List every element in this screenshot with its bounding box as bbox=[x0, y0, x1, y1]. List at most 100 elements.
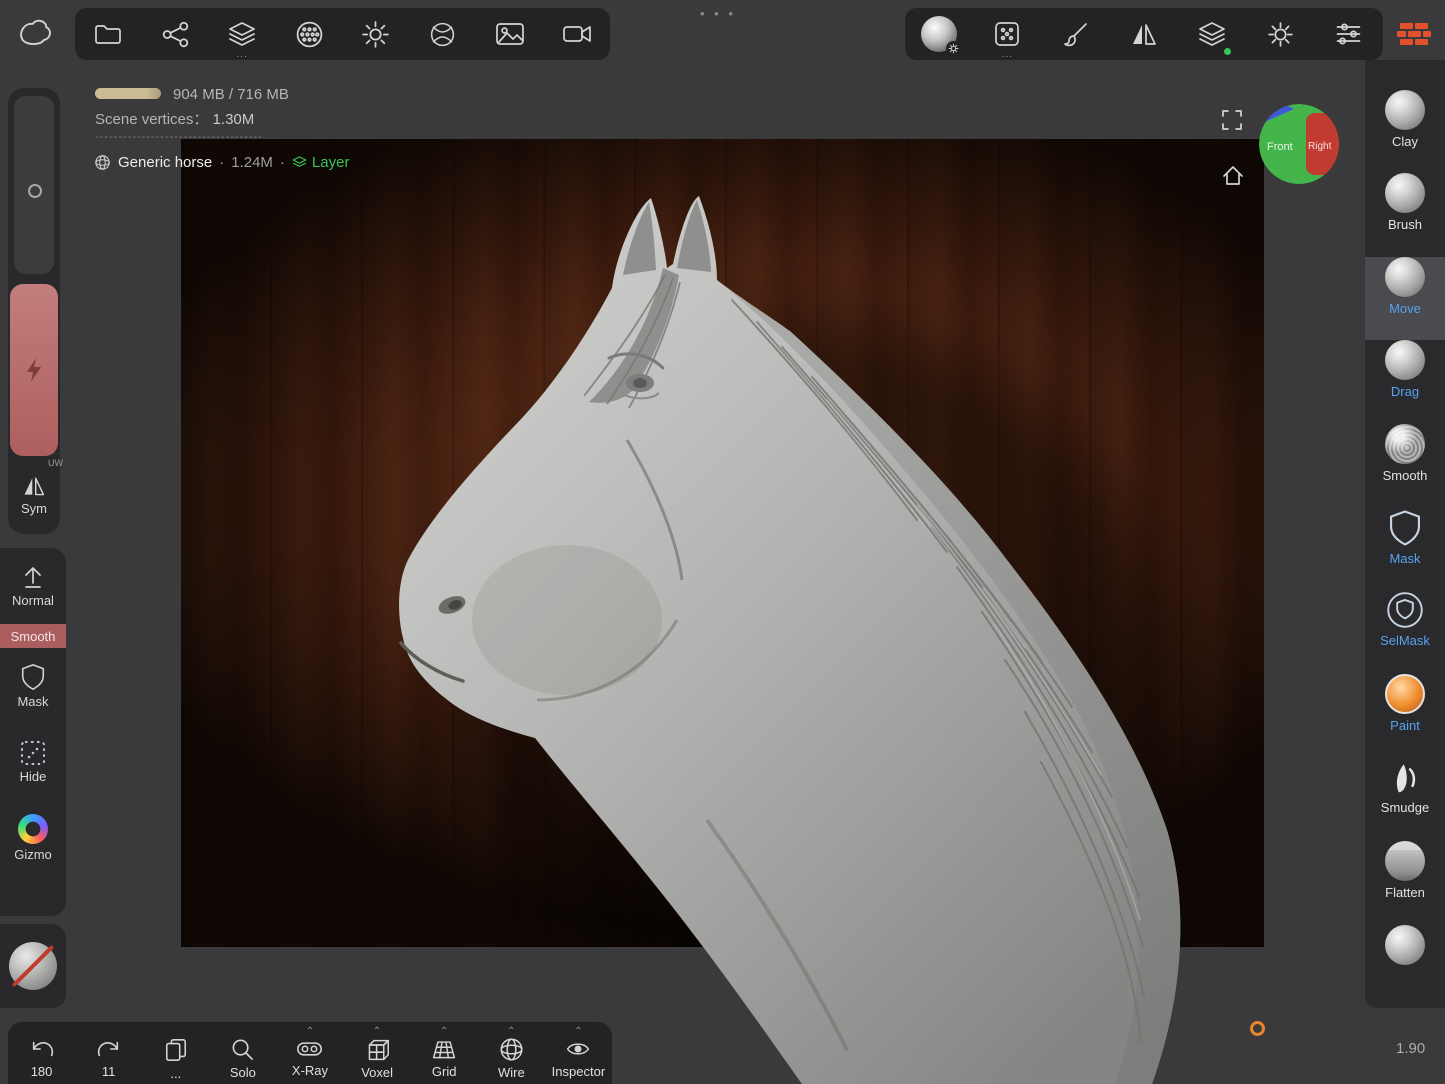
xray-button[interactable]: ⌃ X-Ray bbox=[280, 1028, 340, 1078]
tool-sidebar: Clay Brush Move Drag Smooth Mask bbox=[1365, 60, 1445, 1008]
gizmo-button[interactable]: Gizmo bbox=[0, 800, 66, 876]
layer-chip[interactable]: Layer bbox=[292, 154, 350, 171]
falloff-disabled-sphere[interactable] bbox=[9, 942, 57, 990]
xray-icon bbox=[296, 1037, 323, 1060]
solo-button[interactable]: ⌃ Solo bbox=[213, 1028, 273, 1080]
radius-slider[interactable] bbox=[14, 96, 54, 274]
redo-icon bbox=[96, 1037, 122, 1061]
voxel-button[interactable]: ⌃ Voxel bbox=[347, 1028, 407, 1080]
object-vertex-count: 1.24M bbox=[231, 154, 273, 171]
symmetry-button[interactable] bbox=[1121, 11, 1167, 57]
bottom-toolbar: ⌃ 180 ⌃ 11 ⌃ ... ⌃ Solo bbox=[8, 1022, 612, 1084]
tool-move[interactable]: Move bbox=[1365, 257, 1445, 340]
scene-vertices-value: 1.30M bbox=[213, 111, 255, 128]
symmetry-toggle[interactable]: Sym bbox=[8, 460, 60, 530]
tool-mask[interactable]: Mask bbox=[1365, 507, 1445, 590]
paint-brush-icon bbox=[1062, 20, 1090, 48]
background-image-button[interactable] bbox=[487, 11, 533, 57]
memory-text: 904 MB / 716 MB bbox=[173, 86, 289, 103]
brush-tool-icon bbox=[1385, 173, 1425, 213]
lighting-button[interactable] bbox=[353, 11, 399, 57]
smooth-tool-icon bbox=[1385, 424, 1425, 464]
redo-button[interactable]: ⌃ 11 bbox=[79, 1028, 139, 1079]
tool-drag[interactable]: Drag bbox=[1365, 340, 1445, 423]
camera-button[interactable] bbox=[554, 11, 600, 57]
memory-usage-bar bbox=[95, 88, 161, 99]
tool-smudge[interactable]: Smudge bbox=[1365, 758, 1445, 841]
partial-tool-icon bbox=[1385, 925, 1425, 965]
undo-count: 180 bbox=[31, 1064, 53, 1079]
smudge-tool-icon bbox=[1387, 758, 1423, 796]
topology-icon bbox=[295, 20, 324, 49]
grid-button[interactable]: ⌃ Grid bbox=[414, 1028, 474, 1079]
nomad-sculpt-app: Front Right 904 MB / 716 MB Scene vertic… bbox=[0, 0, 1445, 1084]
sculpt-viewport[interactable]: Front Right bbox=[67, 60, 1365, 1084]
mask-tool-shield-icon bbox=[1388, 509, 1422, 547]
undo-button[interactable]: ⌃ 180 bbox=[12, 1028, 72, 1079]
memory-usage-fill bbox=[95, 88, 161, 99]
topbar-right: ... bbox=[905, 8, 1383, 60]
settings-button[interactable] bbox=[1258, 11, 1304, 57]
scene-graph-button[interactable] bbox=[152, 11, 198, 57]
intensity-slider[interactable] bbox=[10, 284, 58, 456]
flatten-tool-icon bbox=[1385, 841, 1425, 881]
files-button[interactable] bbox=[85, 11, 131, 57]
sym-icon bbox=[20, 474, 48, 498]
bricks-icon bbox=[1397, 19, 1431, 49]
left-slider-panel: Sym UW bbox=[8, 88, 60, 534]
object-info-row: Generic horse · 1.24M · Layer bbox=[94, 154, 349, 171]
scene-vertices: Scene vertices： 1.30M bbox=[95, 108, 254, 129]
tool-clay[interactable]: Clay bbox=[1365, 90, 1445, 173]
clay-tool-icon bbox=[1385, 90, 1425, 130]
tool-paint[interactable]: Paint bbox=[1365, 674, 1445, 757]
horse-sculpt-model bbox=[67, 60, 1365, 1084]
hide-button[interactable]: Hide bbox=[0, 724, 66, 800]
matcap-button[interactable] bbox=[916, 11, 962, 57]
fullscreen-icon[interactable] bbox=[1220, 108, 1244, 132]
pages-button[interactable]: ⌃ ... bbox=[146, 1028, 206, 1081]
tool-brush[interactable]: Brush bbox=[1365, 173, 1445, 256]
smooth-mode-strip[interactable]: Smooth bbox=[0, 624, 66, 648]
paint-settings-button[interactable] bbox=[1053, 11, 1099, 57]
scene-stack-icon bbox=[227, 20, 257, 48]
scene-stack-button[interactable]: ... bbox=[219, 11, 265, 57]
inspector-button[interactable]: ⌃ Inspector bbox=[548, 1028, 608, 1079]
background-image-icon bbox=[495, 20, 525, 48]
inspector-eye-icon bbox=[565, 1037, 591, 1061]
matcap-sphere-icon bbox=[921, 16, 957, 52]
pages-overflow: ... bbox=[170, 1066, 181, 1081]
tool-selmask[interactable]: SelMask bbox=[1365, 591, 1445, 674]
nav-front-label: Front bbox=[1267, 141, 1293, 153]
home-icon[interactable] bbox=[1221, 164, 1245, 188]
marquee-icon bbox=[20, 740, 46, 766]
tool-smooth[interactable]: Smooth bbox=[1365, 424, 1445, 507]
layers-icon bbox=[1197, 20, 1227, 48]
selmask-tool-icon bbox=[1386, 591, 1424, 629]
record-indicator[interactable] bbox=[1250, 1021, 1265, 1036]
sliders-button[interactable] bbox=[1326, 11, 1372, 57]
material-icon bbox=[428, 20, 457, 49]
scene-graph-icon bbox=[161, 20, 190, 49]
mesh-globe-icon bbox=[94, 154, 111, 171]
falloff-panel bbox=[0, 924, 66, 1008]
stamp-button[interactable]: ... bbox=[984, 11, 1030, 57]
layer-label: Layer bbox=[312, 154, 350, 171]
nomad-logo-icon[interactable] bbox=[14, 16, 56, 50]
tool-flatten[interactable]: Flatten bbox=[1365, 841, 1445, 924]
window-drag-handle[interactable]: • • • bbox=[700, 6, 736, 21]
layers-button[interactable] bbox=[1189, 11, 1235, 57]
nav-orientation-cube[interactable]: Front Right bbox=[1258, 103, 1340, 185]
wire-button[interactable]: ⌃ Wire bbox=[481, 1028, 541, 1080]
topology-button[interactable] bbox=[286, 11, 332, 57]
store-button[interactable] bbox=[1392, 14, 1436, 54]
uw-badge: UW bbox=[48, 458, 63, 468]
stroke-normal-button[interactable]: Normal bbox=[0, 548, 66, 624]
grid-icon bbox=[431, 1037, 457, 1061]
radius-slider-handle[interactable] bbox=[28, 184, 42, 198]
shield-icon bbox=[20, 663, 46, 691]
mask-button[interactable]: Mask bbox=[0, 648, 66, 724]
tool-partial[interactable] bbox=[1365, 925, 1445, 1008]
topbar-left: ... bbox=[75, 8, 610, 60]
zoom-level: 1.90 bbox=[1396, 1040, 1425, 1057]
material-button[interactable] bbox=[420, 11, 466, 57]
